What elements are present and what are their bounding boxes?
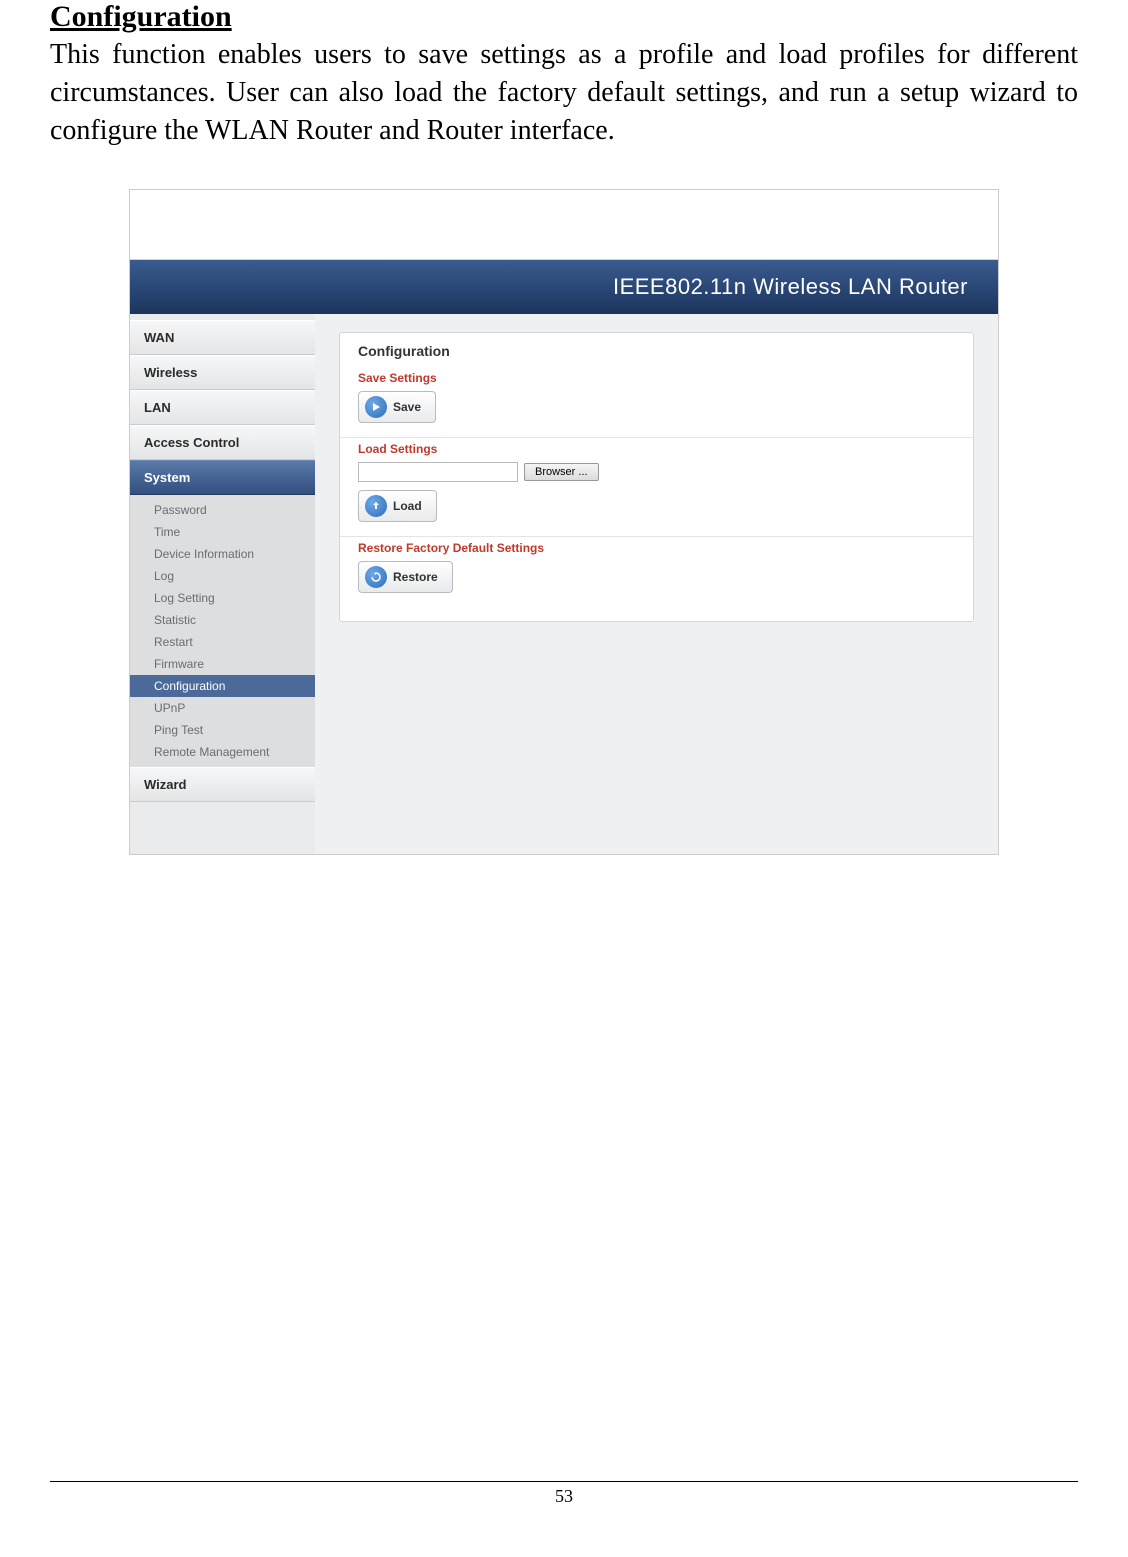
nav-sub-remote-mgmt[interactable]: Remote Management [130, 741, 315, 763]
section-heading: Configuration [50, 0, 1078, 34]
page-footer: 53 [50, 1481, 1078, 1507]
nav-sub-log-setting[interactable]: Log Setting [130, 587, 315, 609]
router-banner: IEEE802.11n Wireless LAN Router [130, 260, 998, 314]
router-admin-screenshot: IEEE802.11n Wireless LAN Router WAN Wire… [129, 189, 999, 855]
play-icon [365, 396, 387, 418]
nav-system-submenu: Password Time Device Information Log Log… [130, 495, 315, 767]
nav-sub-configuration[interactable]: Configuration [130, 675, 315, 697]
load-button[interactable]: Load [358, 490, 437, 522]
nav-system[interactable]: System [130, 460, 315, 495]
restore-button[interactable]: Restore [358, 561, 453, 593]
browser-button[interactable]: Browser ... [524, 463, 599, 481]
sidebar-nav: WAN Wireless LAN Access Control System P… [130, 314, 315, 854]
screenshot-header-blank [130, 190, 998, 260]
nav-sub-ping-test[interactable]: Ping Test [130, 719, 315, 741]
nav-lan[interactable]: LAN [130, 390, 315, 425]
nav-wireless[interactable]: Wireless [130, 355, 315, 390]
nav-wan[interactable]: WAN [130, 320, 315, 355]
nav-sub-time[interactable]: Time [130, 521, 315, 543]
restore-section: Restore Factory Default Settings Restore [340, 537, 973, 607]
nav-sub-password[interactable]: Password [130, 499, 315, 521]
save-settings-label: Save Settings [358, 371, 955, 385]
banner-title: IEEE802.11n Wireless LAN Router [613, 274, 968, 300]
nav-sub-upnp[interactable]: UPnP [130, 697, 315, 719]
upload-icon [365, 495, 387, 517]
file-path-input[interactable] [358, 462, 518, 482]
page-number: 53 [555, 1486, 573, 1506]
load-button-label: Load [393, 499, 422, 513]
nav-sub-firmware[interactable]: Firmware [130, 653, 315, 675]
load-settings-section: Load Settings Browser ... Load [340, 438, 973, 537]
save-button[interactable]: Save [358, 391, 436, 423]
refresh-icon [365, 566, 387, 588]
save-button-label: Save [393, 400, 421, 414]
nav-access-control[interactable]: Access Control [130, 425, 315, 460]
section-description: This function enables users to save sett… [50, 36, 1078, 149]
panel-title: Configuration [340, 333, 973, 367]
nav-sub-device-info[interactable]: Device Information [130, 543, 315, 565]
restore-button-label: Restore [393, 570, 438, 584]
configuration-panel: Configuration Save Settings Save [339, 332, 974, 622]
nav-sub-restart[interactable]: Restart [130, 631, 315, 653]
nav-wizard[interactable]: Wizard [130, 767, 315, 802]
load-settings-label: Load Settings [358, 442, 955, 456]
nav-sub-log[interactable]: Log [130, 565, 315, 587]
nav-sub-statistic[interactable]: Statistic [130, 609, 315, 631]
save-settings-section: Save Settings Save [340, 367, 973, 438]
restore-label: Restore Factory Default Settings [358, 541, 955, 555]
content-area: Configuration Save Settings Save [315, 314, 998, 854]
